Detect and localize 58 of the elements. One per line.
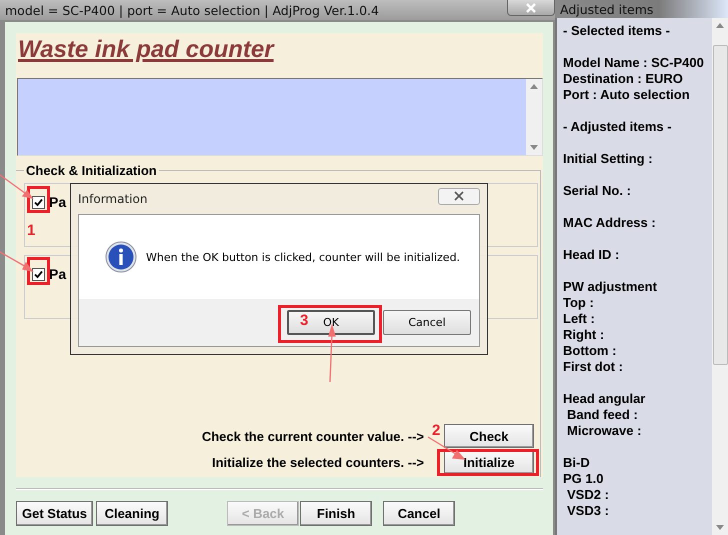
summary-line: Model Name : SC-P400 <box>563 55 705 71</box>
window-title: model = SC-P400 | port = Auto selection | AdjProg Ver.1.0.4 <box>5 2 379 18</box>
dialog-message: When the OK button is clicked, counter will be initialized. <box>146 250 460 264</box>
close-icon <box>453 191 465 201</box>
annotation-arrow <box>0 251 34 272</box>
close-button[interactable] <box>438 188 480 204</box>
close-button[interactable] <box>507 0 555 16</box>
footer-button[interactable]: Cancel <box>383 501 456 526</box>
scroll-down-icon[interactable] <box>530 145 538 150</box>
annotation-arrow <box>0 174 34 199</box>
scroll-up-icon[interactable] <box>530 84 538 89</box>
summary-line: Serial No. : <box>563 183 632 199</box>
summary-line: - Selected items - <box>563 23 671 39</box>
summary-line: Bi-D <box>563 455 591 471</box>
checkbox[interactable] <box>32 268 45 281</box>
summary-line: VSD2 : <box>566 487 610 503</box>
summary-line: PW adjustment <box>563 279 658 295</box>
dialog-button[interactable]: Cancel <box>383 310 471 335</box>
summary-line: Band feed : <box>566 407 639 423</box>
summary-line: Bottom : <box>563 343 618 359</box>
dialog-title: Information <box>78 192 148 206</box>
summary-line: Head ID : <box>563 247 620 263</box>
panel-title: Adjusted items <box>560 2 654 16</box>
summary-line: Initial Setting : <box>563 151 654 167</box>
step-number: 3 <box>300 312 308 330</box>
summary-line: Top : <box>563 295 595 311</box>
action-caption: Check the current counter value. --> <box>202 428 424 444</box>
checkbox[interactable] <box>32 196 45 209</box>
close-icon <box>524 2 538 12</box>
footer-button[interactable]: Cleaning <box>96 501 168 526</box>
summary-line: PG 1.0 <box>563 471 604 487</box>
summary-line: First dot : <box>563 359 624 375</box>
summary-line: - Adjusted items - <box>563 119 673 135</box>
footer-button[interactable]: Finish <box>300 501 372 526</box>
action-caption: Initialize the selected counters. --> <box>212 454 424 470</box>
group-title: Check & Initialization <box>24 163 159 178</box>
counter-label: Pa <box>49 266 66 282</box>
summary-line: Destination : EURO <box>563 71 684 87</box>
scroll-up-icon[interactable] <box>716 23 724 28</box>
summary-line: Microwave : <box>566 423 642 439</box>
step-number: 1 <box>27 222 36 240</box>
output-field[interactable] <box>17 78 543 156</box>
summary-line: VSD3 : <box>566 503 610 519</box>
scrollbar[interactable] <box>712 18 728 535</box>
summary-line: MAC Address : <box>563 215 657 231</box>
action-button[interactable]: Check <box>444 424 534 448</box>
footer-button[interactable]: Get Status <box>16 501 94 526</box>
step-number: 2 <box>432 422 440 440</box>
scrollbar[interactable] <box>526 79 542 155</box>
summary-line: Right : <box>563 327 606 343</box>
summary-line: Left : <box>563 311 596 327</box>
page-heading: Waste ink pad counter <box>17 35 276 65</box>
summary-line: Port : Auto selection <box>563 87 691 103</box>
counter-label: Pa <box>49 194 66 210</box>
info-icon <box>105 241 137 273</box>
annotation-arrow <box>428 436 466 460</box>
scroll-down-icon[interactable] <box>716 525 724 530</box>
summary-line: Head angular <box>563 391 646 407</box>
